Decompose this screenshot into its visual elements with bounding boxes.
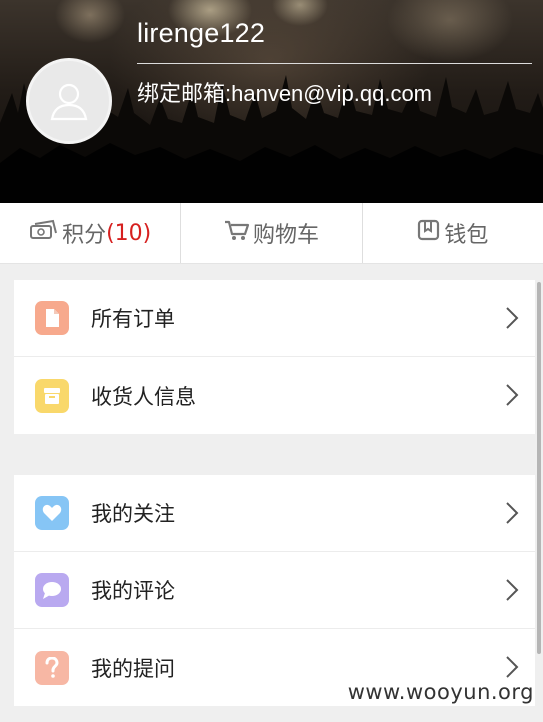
menu-item-consignee-info[interactable]: 收货人信息 [14,357,535,434]
chevron-right-icon [506,656,519,678]
menu-item-label: 收货人信息 [91,384,196,409]
user-silhouette-icon [50,83,88,121]
personal-menu-group: 我的关注 我的评论 我的提问 [14,475,535,706]
watermark: www.wooyun.org [347,680,534,704]
wallet-label: 钱包 [444,223,489,248]
profile-header: lirenge122 绑定邮箱:hanven@vip.qq.com [0,0,543,203]
cart-icon [224,218,250,248]
points-tab[interactable]: 积分 (10) [0,203,182,263]
avatar[interactable] [26,58,112,144]
menu-item-label: 所有订单 [91,307,175,331]
menu-item-my-follows[interactable]: 我的关注 [14,475,535,552]
header-divider [137,63,532,64]
wallet-tab[interactable]: 钱包 [363,203,543,263]
bound-email: 绑定邮箱:hanven@vip.qq.com [137,81,433,106]
chevron-right-icon [506,307,519,329]
username: lirenge122 [137,18,266,48]
menu-item-label: 我的关注 [91,502,175,526]
menu-item-all-orders[interactable]: 所有订单 [14,280,535,357]
archive-box-icon [35,378,69,413]
stats-bar: 积分 (10) 购物车 钱包 [0,203,543,264]
points-count: (10) [106,220,152,246]
document-icon [35,301,69,335]
menu-item-label: 我的评论 [91,579,175,603]
chevron-right-icon [506,502,519,524]
chevron-right-icon [506,384,519,406]
cart-label: 购物车 [252,223,319,248]
heart-icon [35,496,69,530]
wallet-icon [417,218,441,248]
cart-tab[interactable]: 购物车 [181,203,363,263]
points-label: 积分 [62,223,107,248]
order-menu-group: 所有订单 收货人信息 [14,280,535,434]
menu-item-my-comments[interactable]: 我的评论 [14,552,535,629]
coins-icon [29,218,59,248]
scrollbar[interactable] [537,282,541,654]
chat-bubble-icon [35,573,69,607]
chevron-right-icon [506,579,519,601]
menu-item-label: 我的提问 [91,656,175,681]
question-icon [35,650,69,685]
